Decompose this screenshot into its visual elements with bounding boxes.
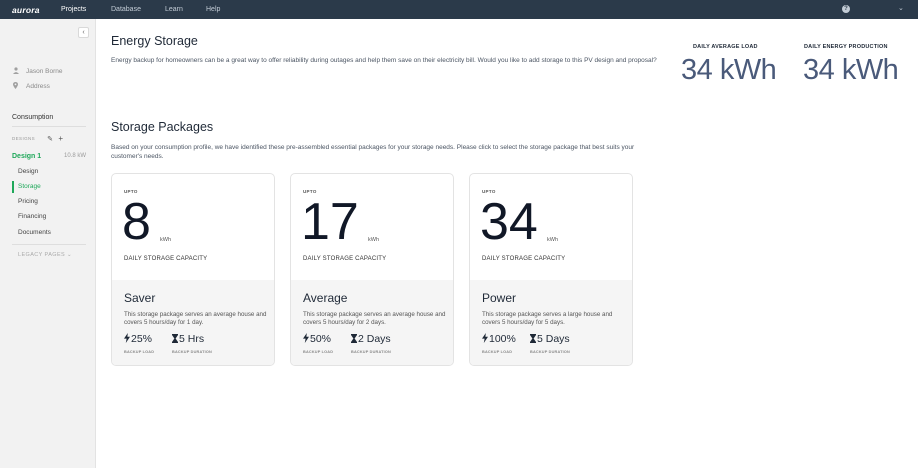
designs-label: DESIGNS bbox=[12, 136, 36, 141]
designs-header: DESIGNS ✎ + bbox=[12, 134, 63, 143]
aurora-logo[interactable]: aurora bbox=[12, 5, 61, 15]
backup-load-label: BACKUP LOAD bbox=[124, 350, 155, 354]
hourglass-icon bbox=[172, 333, 178, 345]
nav-projects[interactable]: Projects bbox=[61, 6, 86, 13]
customer-name-row: Jason Borne bbox=[12, 67, 63, 76]
backup-load-value: 25% bbox=[131, 333, 153, 345]
sidebar-item-financing[interactable]: Financing bbox=[18, 213, 46, 220]
sidebar-item-consumption[interactable]: Consumption bbox=[12, 114, 53, 121]
location-pin-icon bbox=[12, 82, 19, 91]
capacity-label: DAILY STORAGE CAPACITY bbox=[124, 256, 208, 262]
backup-load-label: BACKUP LOAD bbox=[303, 350, 334, 354]
storage-packages-title: Storage Packages bbox=[111, 120, 214, 134]
package-card-average[interactable]: UPTO 17 kWh DAILY STORAGE CAPACITY Avera… bbox=[290, 173, 454, 366]
backup-duration: 5 Hrs bbox=[172, 333, 204, 345]
capacity-value: 17 bbox=[301, 193, 359, 251]
lightning-icon bbox=[124, 333, 130, 345]
backup-duration-value: 2 Days bbox=[358, 333, 391, 345]
page-title: Energy Storage bbox=[111, 34, 198, 48]
customer-name: Jason Borne bbox=[26, 68, 63, 75]
nav-database[interactable]: Database bbox=[111, 6, 141, 13]
capacity-label: DAILY STORAGE CAPACITY bbox=[482, 256, 566, 262]
sidebar-item-design[interactable]: Design bbox=[18, 168, 38, 175]
lightning-icon bbox=[482, 333, 488, 345]
capacity-value: 8 bbox=[122, 193, 151, 251]
sidebar-item-storage[interactable]: Storage bbox=[18, 183, 41, 190]
address-row: Address bbox=[12, 82, 50, 91]
nav-help[interactable]: Help bbox=[206, 6, 220, 13]
capacity-unit: kWh bbox=[160, 237, 171, 243]
backup-duration-value: 5 Days bbox=[537, 333, 570, 345]
backup-duration-label: BACKUP DURATION bbox=[530, 350, 570, 354]
edit-pencil-icon[interactable]: ✎ bbox=[47, 135, 53, 143]
capacity-value: 34 bbox=[480, 193, 538, 251]
daily-energy-production-value: 34 kWh bbox=[803, 54, 899, 86]
package-card-power[interactable]: UPTO 34 kWh DAILY STORAGE CAPACITY Power… bbox=[469, 173, 633, 366]
design-1-name[interactable]: Design 1 bbox=[12, 153, 41, 160]
divider bbox=[12, 244, 86, 245]
backup-load: 100% bbox=[482, 333, 516, 345]
package-description: This storage package serves an average h… bbox=[124, 311, 267, 326]
chevron-down-icon[interactable]: ⌄ bbox=[898, 4, 904, 12]
divider bbox=[12, 126, 86, 127]
user-icon bbox=[12, 67, 19, 76]
page-description: Energy backup for homeowners can be a gr… bbox=[111, 57, 657, 64]
package-description: This storage package serves a large hous… bbox=[482, 311, 613, 326]
address-label[interactable]: Address bbox=[26, 83, 50, 90]
daily-average-load-value: 34 kWh bbox=[681, 54, 777, 86]
backup-load-label: BACKUP LOAD bbox=[482, 350, 513, 354]
backup-load: 25% bbox=[124, 333, 152, 345]
hourglass-icon bbox=[351, 333, 357, 345]
lightning-icon bbox=[303, 333, 309, 345]
storage-packages-description: Based on your consumption profile, we ha… bbox=[111, 144, 635, 160]
legacy-pages-toggle[interactable]: LEGACY PAGES ⌄ bbox=[18, 252, 72, 258]
backup-duration-label: BACKUP DURATION bbox=[172, 350, 212, 354]
help-icon[interactable]: ? bbox=[842, 5, 850, 13]
sidebar: ‹ Jason Borne Address Consumption DESIGN… bbox=[0, 19, 96, 468]
package-description: This storage package serves an average h… bbox=[303, 311, 446, 326]
package-name: Power bbox=[482, 291, 517, 305]
top-nav-bar: aurora Projects Database Learn Help ? ⌄ bbox=[0, 0, 918, 19]
backup-load-value: 50% bbox=[310, 333, 332, 345]
backup-duration: 2 Days bbox=[351, 333, 391, 345]
backup-load-value: 100% bbox=[489, 333, 516, 345]
backup-duration-value: 5 Hrs bbox=[179, 333, 205, 345]
capacity-label: DAILY STORAGE CAPACITY bbox=[303, 256, 387, 262]
package-card-saver[interactable]: UPTO 8 kWh DAILY STORAGE CAPACITY Saver … bbox=[111, 173, 275, 366]
add-design-icon[interactable]: + bbox=[58, 134, 63, 143]
daily-energy-production-label: DAILY ENERGY PRODUCTION bbox=[804, 44, 888, 50]
capacity-unit: kWh bbox=[547, 237, 558, 243]
backup-duration-label: BACKUP DURATION bbox=[351, 350, 391, 354]
package-name: Average bbox=[303, 291, 348, 305]
nav-learn[interactable]: Learn bbox=[165, 6, 183, 13]
package-name: Saver bbox=[124, 291, 156, 305]
backup-duration: 5 Days bbox=[530, 333, 570, 345]
sidebar-item-pricing[interactable]: Pricing bbox=[18, 198, 38, 205]
active-indicator bbox=[12, 181, 14, 193]
hourglass-icon bbox=[530, 333, 536, 345]
design-1-size: 10.8 kW bbox=[64, 153, 87, 159]
daily-average-load-label: DAILY AVERAGE LOAD bbox=[693, 44, 758, 50]
sidebar-item-documents[interactable]: Documents bbox=[18, 229, 51, 236]
capacity-unit: kWh bbox=[368, 237, 379, 243]
backup-load: 50% bbox=[303, 333, 331, 345]
collapse-sidebar-button[interactable]: ‹ bbox=[78, 27, 89, 38]
